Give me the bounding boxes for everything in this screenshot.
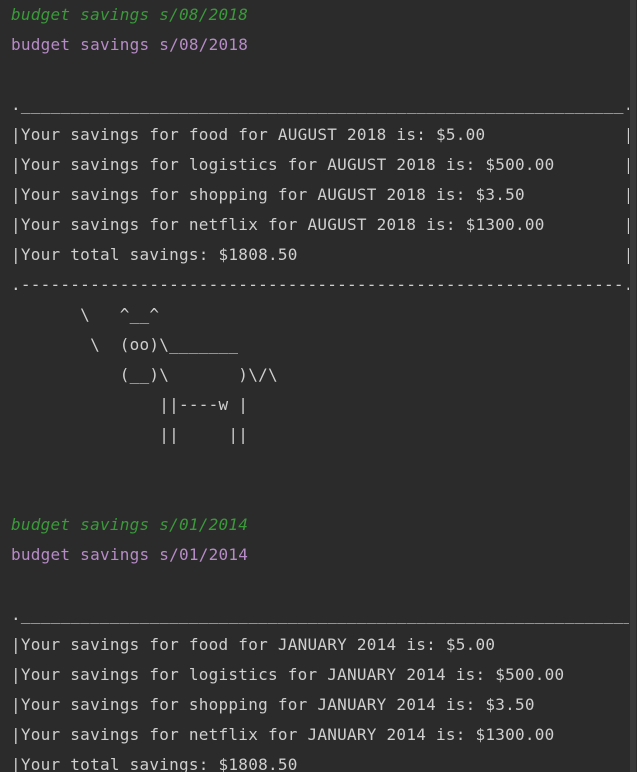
savings-row: |Your savings for food for JANUARY 2014 … xyxy=(11,635,637,654)
savings-row: |Your savings for shopping for JANUARY 2… xyxy=(11,695,637,714)
savings-row: |Your savings for logistics for JANUARY … xyxy=(11,665,637,684)
scrollbar-thumb[interactable] xyxy=(630,0,636,772)
ascii-cow-line: (__)\ )\/\ xyxy=(11,365,278,384)
savings-row: |Your savings for netflix for JANUARY 20… xyxy=(11,725,637,744)
command-line: budget savings s/01/2014 xyxy=(11,515,249,534)
command-echo: budget savings s/08/2018 xyxy=(11,35,249,54)
terminal-output[interactable]: budget savings s/08/2018 budget savings … xyxy=(0,0,637,772)
command-echo: budget savings s/01/2014 xyxy=(11,545,249,564)
table-bottom-border: .---------------------------------------… xyxy=(11,275,634,294)
ascii-cow-line: \ ^__^ xyxy=(11,305,160,324)
ascii-cow-line: || || xyxy=(11,425,249,444)
ascii-cow-line: \ (oo)\_______ xyxy=(11,335,239,354)
ascii-cow-line: ||----w | xyxy=(11,395,249,414)
command-line: budget savings s/08/2018 xyxy=(11,5,249,24)
total-savings-row: |Your total savings: $1808.50 | xyxy=(11,245,634,264)
savings-row: |Your savings for logistics for AUGUST 2… xyxy=(11,155,634,174)
vertical-scrollbar[interactable] xyxy=(629,0,637,772)
total-savings-row: |Your total savings: $1808.50 xyxy=(11,755,298,772)
savings-row: |Your savings for netflix for AUGUST 201… xyxy=(11,215,634,234)
table-top-border: ._______________________________________… xyxy=(11,95,634,114)
savings-row: |Your savings for food for AUGUST 2018 i… xyxy=(11,125,634,144)
savings-row: |Your savings for shopping for AUGUST 20… xyxy=(11,185,634,204)
table-top-border: ._______________________________________… xyxy=(11,605,637,624)
